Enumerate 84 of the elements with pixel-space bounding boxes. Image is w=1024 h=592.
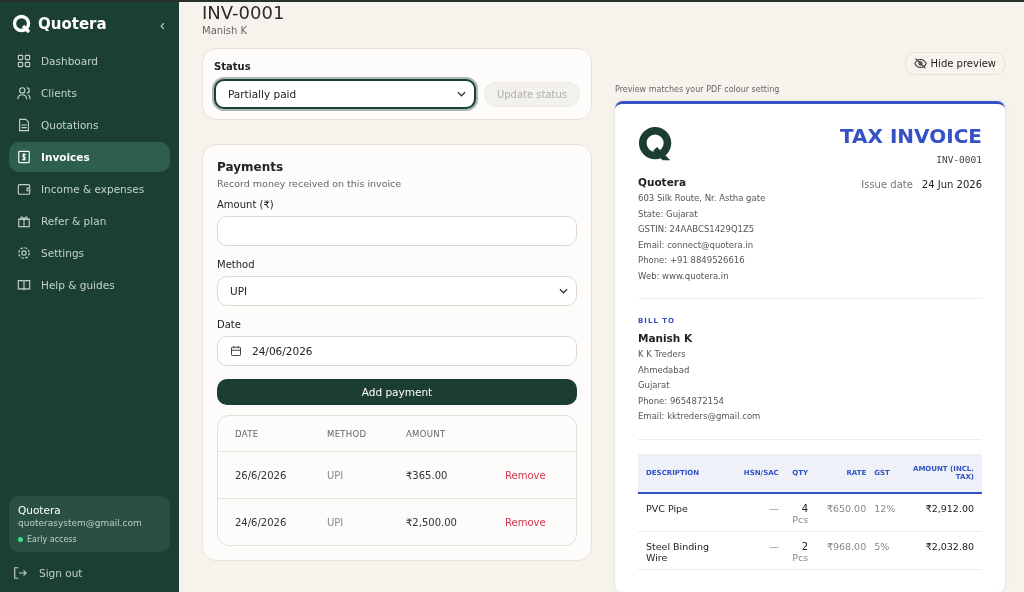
- invoice-icon: [17, 150, 31, 164]
- nav-item[interactable]: Settings: [9, 238, 170, 268]
- logo-icon: [12, 14, 32, 34]
- table-cell-text: ₹365.00: [406, 469, 449, 481]
- chevron-icon: [559, 288, 568, 294]
- table-cell-text: UPI: [327, 516, 345, 528]
- company-name: Quotera: [638, 176, 688, 188]
- field-label: Date: [217, 319, 242, 330]
- card-title: Payments: [217, 160, 285, 174]
- account-email: quoterasystem@gmail.com: [18, 518, 143, 528]
- add-payment-button[interactable]: Add payment: [217, 379, 577, 405]
- table-cell: ₹2,032.80: [906, 531, 982, 569]
- sign-out-icon: [13, 566, 27, 580]
- document-title: TAX INVOICE: [839, 124, 982, 148]
- brand-name: Quotera: [38, 15, 107, 33]
- people-icon: [17, 86, 31, 100]
- table-cell-text: ₹2,500.00: [406, 516, 458, 528]
- field-label: Status: [214, 61, 252, 72]
- date-field[interactable]: 24/06/2026: [217, 336, 577, 366]
- status-dot: [18, 537, 23, 542]
- table-cell-text: 26/6/2026: [235, 469, 288, 481]
- company-detail: GSTIN: 24AABCS1429Q1Z5: [638, 223, 756, 236]
- company-detail: Phone: +91 8849526616: [638, 254, 746, 267]
- invoice-number: INV-0001: [202, 3, 286, 23]
- status-select[interactable]: Partially paid: [214, 79, 476, 109]
- field-label: Method: [217, 259, 256, 270]
- table-cell: ₹650.00: [812, 492, 871, 531]
- issue-date-label: Issue date: [861, 179, 913, 190]
- field-label: Amount (₹): [217, 199, 275, 210]
- table-cell: 4 Pcs: [782, 492, 813, 531]
- dashboard-icon: [17, 54, 31, 68]
- hide-preview-button[interactable]: Hide preview: [904, 52, 1005, 75]
- table-cell: PVC Pipe: [638, 492, 730, 531]
- customer-detail: Phone: 9654872154: [638, 394, 725, 408]
- column-header: DATE: [235, 428, 260, 439]
- table-cell: Steel Binding Wire: [638, 531, 730, 569]
- table-cell: 5%: [870, 531, 906, 569]
- column-header: AMOUNT: [406, 428, 447, 439]
- company-detail: Web: www.quotera.in: [638, 269, 730, 283]
- company-detail: 603 Silk Route, Nr. Astha gate: [638, 192, 766, 205]
- remove-link[interactable]: Remove: [505, 516, 559, 528]
- sign-out-button[interactable]: Sign out: [9, 552, 170, 580]
- company-detail: State: Gujarat: [638, 207, 699, 221]
- nav-item[interactable]: Refer & plan: [9, 206, 170, 236]
- book-icon: [17, 278, 31, 292]
- plan-label: Early access: [27, 535, 77, 544]
- client-name: Manish K: [202, 25, 249, 36]
- calendar-icon: [230, 345, 242, 357]
- nav-item[interactable]: Clients: [9, 78, 170, 108]
- gift-icon: [17, 214, 31, 228]
- table-cell-text: UPI: [327, 469, 345, 481]
- remove-link[interactable]: Remove: [505, 469, 559, 481]
- table-cell: —: [730, 531, 783, 569]
- eye-off-icon: [913, 57, 927, 70]
- customer-detail: K K Treders: [638, 348, 687, 361]
- nav-item[interactable]: Income & expenses: [9, 174, 170, 204]
- amount-field[interactable]: [217, 216, 577, 246]
- table-cell: ₹2,912.00: [906, 492, 982, 531]
- table-cell-text: 24/6/2026: [235, 516, 288, 528]
- nav-item[interactable]: Dashboard: [9, 46, 170, 76]
- customer-name: Manish K: [638, 332, 694, 344]
- nav-item[interactable]: Invoices: [9, 142, 170, 172]
- customer-detail: Ahmedabad: [638, 363, 691, 377]
- account-name: Quotera: [18, 504, 62, 516]
- table-cell: ₹968.00: [812, 531, 871, 569]
- table-cell: 12%: [870, 492, 906, 531]
- table-cell: —: [730, 492, 783, 531]
- wallet-icon: [17, 182, 31, 196]
- preview-note: Preview matches your PDF colour setting: [615, 85, 781, 94]
- nav-item[interactable]: Quotations: [9, 110, 170, 140]
- company-detail: Email: connect@quotera.in: [638, 238, 755, 252]
- card-subtitle: Record money received on this invoice: [217, 178, 403, 189]
- issue-date: 24 Jun 2026: [921, 179, 982, 190]
- method-select[interactable]: UPI: [217, 276, 577, 306]
- document-number: INV-0001: [936, 154, 982, 165]
- nav-item[interactable]: Help & guides: [9, 270, 170, 300]
- collapse-button[interactable]: ‹: [158, 15, 167, 33]
- settings-icon: [17, 246, 31, 260]
- customer-detail: Email: kktreders@gmail.com: [638, 410, 762, 423]
- chevron-icon: [456, 91, 466, 97]
- column-header: METHOD: [327, 428, 368, 439]
- document-icon: [17, 118, 31, 132]
- table-cell: 2 Pcs: [782, 531, 813, 569]
- customer-detail: Gujarat: [638, 379, 671, 392]
